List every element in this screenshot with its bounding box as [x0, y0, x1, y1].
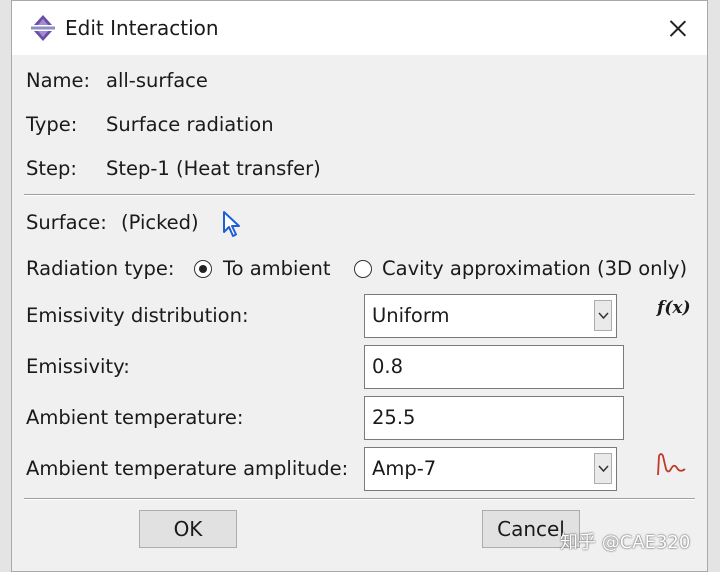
emissivity-label: Emissivity:: [26, 355, 130, 378]
ambient-temperature-input[interactable]: 25.5: [364, 396, 624, 440]
ok-button[interactable]: OK: [139, 510, 237, 548]
emissivity-distribution-select[interactable]: Uniform: [364, 294, 617, 338]
title-bar: Edit Interaction: [12, 1, 707, 55]
emissivity-value: 0.8: [372, 355, 404, 378]
ambient-temperature-amplitude-select[interactable]: Amp-7: [364, 447, 617, 491]
dialog-title: Edit Interaction: [65, 16, 219, 40]
radio-cavity-approximation[interactable]: [354, 260, 372, 278]
ambient-temperature-amplitude-value: Amp-7: [372, 457, 437, 480]
ambient-temperature-value: 25.5: [372, 406, 416, 429]
surface-label: Surface:: [26, 211, 107, 234]
radiation-type-label: Radiation type:: [26, 257, 175, 280]
ambient-temperature-amplitude-label: Ambient temperature amplitude:: [26, 457, 349, 480]
edit-interaction-dialog: Edit Interaction Name: all-surface Type:…: [11, 0, 708, 572]
arrow-cursor-icon[interactable]: [222, 210, 244, 238]
name-label: Name:: [26, 69, 91, 92]
close-icon[interactable]: [658, 10, 698, 46]
background-strip-left: [0, 0, 11, 572]
divider-bottom: [24, 498, 695, 500]
emissivity-input[interactable]: 0.8: [364, 345, 624, 389]
radio-cavity-approximation-label[interactable]: Cavity approximation (3D only): [382, 257, 687, 281]
watermark-text: 知乎 @CAE320: [560, 532, 691, 553]
radio-to-ambient-label[interactable]: To ambient: [223, 257, 330, 281]
type-value: Surface radiation: [106, 113, 274, 136]
chevron-down-icon[interactable]: [594, 300, 612, 331]
type-label: Type:: [26, 113, 78, 136]
emissivity-distribution-value: Uniform: [372, 304, 450, 327]
amplitude-wave-icon[interactable]: [656, 451, 688, 477]
divider-top: [24, 194, 695, 196]
background-strip-right: [708, 0, 720, 572]
chevron-down-icon[interactable]: [594, 453, 612, 484]
radio-to-ambient[interactable]: [194, 260, 212, 278]
name-value: all-surface: [106, 69, 208, 92]
step-value: Step-1 (Heat transfer): [106, 157, 321, 180]
ambient-temperature-label: Ambient temperature:: [26, 406, 244, 429]
emissivity-distribution-label: Emissivity distribution:: [26, 304, 249, 327]
abaqus-app-icon: [31, 15, 55, 41]
surface-value: (Picked): [121, 211, 199, 234]
step-label: Step:: [26, 157, 77, 180]
function-icon[interactable]: f(x): [657, 298, 691, 318]
